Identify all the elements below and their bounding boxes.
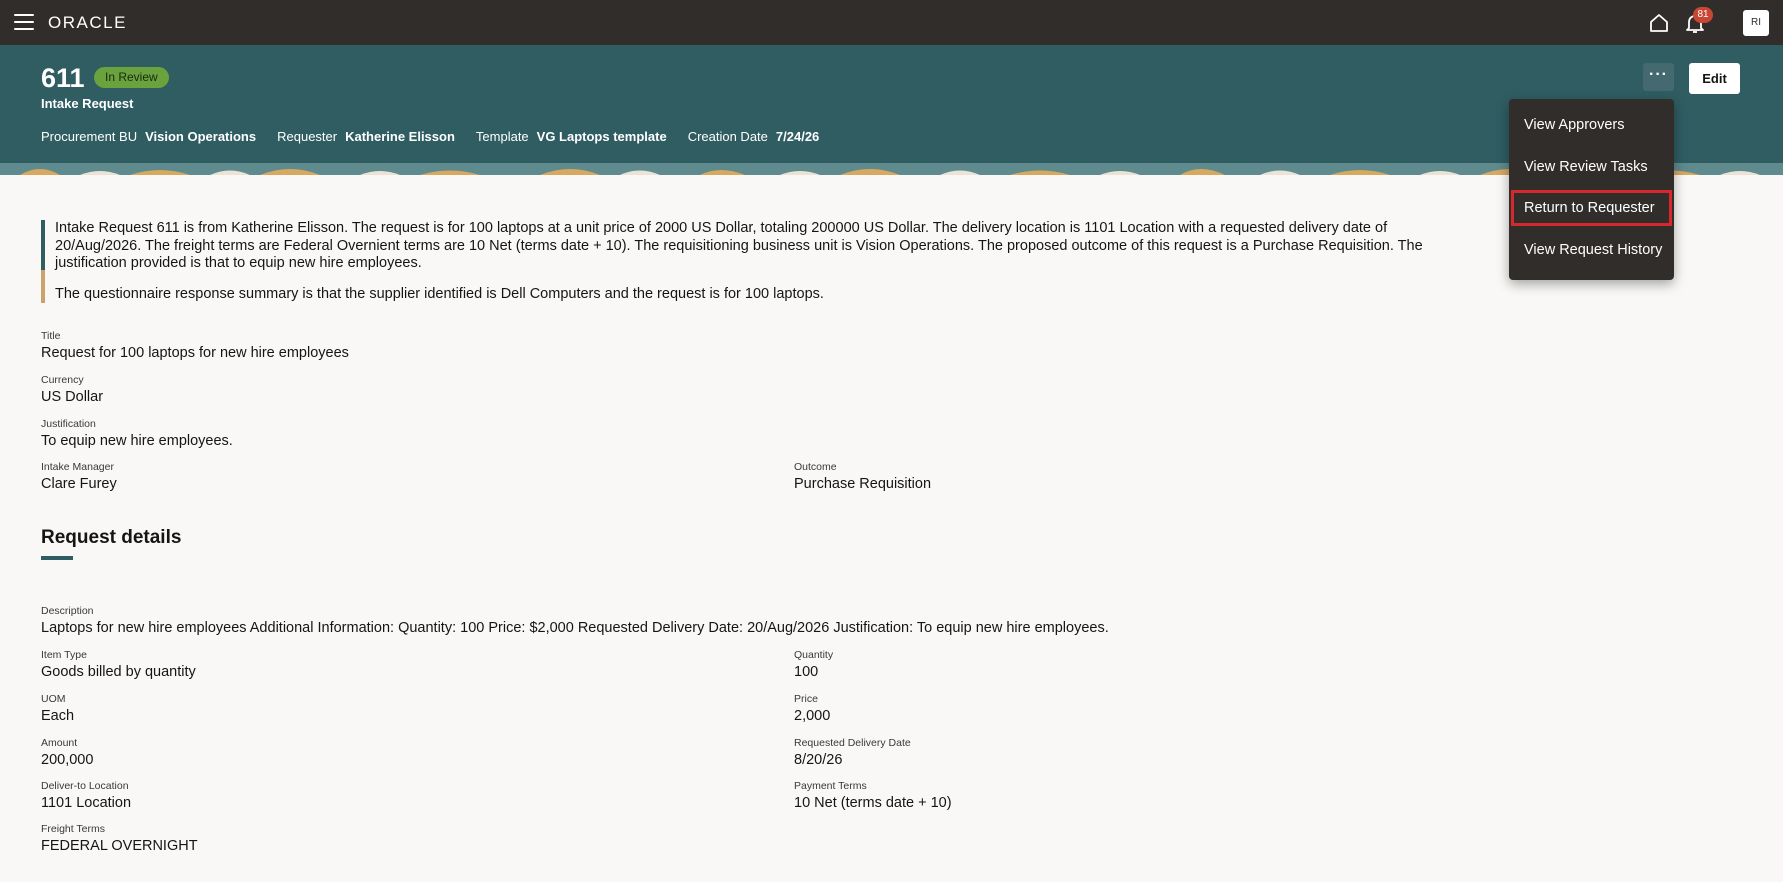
meta-value: 7/24/26 [775, 129, 820, 144]
field-item-type: Item Type Goods billed by quantity [41, 649, 196, 680]
menu-item-return-to-requester[interactable]: Return to Requester [1511, 190, 1672, 226]
header-meta-row: Procurement BU Vision Operations Requeste… [41, 129, 840, 144]
more-actions-menu: View Approvers View Review Tasks Return … [1509, 99, 1674, 280]
global-header: ORACLE 81 RI [0, 0, 1783, 45]
field-label: Deliver-to Location [41, 780, 129, 792]
field-description: Description Laptops for new hire employe… [41, 605, 1109, 636]
field-value: Request for 100 laptops for new hire emp… [41, 345, 349, 361]
field-currency: Currency US Dollar [41, 374, 103, 405]
ai-summary: Intake Request 611 is from Katherine Eli… [41, 220, 1471, 303]
meta-label: Procurement BU [41, 129, 138, 144]
field-label: UOM [41, 693, 66, 705]
field-label: Item Type [41, 649, 87, 661]
field-intake-manager: Intake Manager Clare Furey [41, 461, 117, 492]
field-price: Price 2,000 [794, 693, 830, 724]
notification-count-badge: 81 [1693, 7, 1713, 23]
field-label: Requested Delivery Date [794, 737, 911, 749]
field-label: Amount [41, 737, 78, 749]
menu-item-view-approvers[interactable]: View Approvers [1509, 107, 1674, 143]
meta-creation-date: Creation Date 7/24/26 [688, 129, 820, 144]
field-label: Intake Manager [41, 461, 114, 473]
summary-paragraph: The questionnaire response summary is th… [55, 285, 824, 302]
field-requested-delivery-date: Requested Delivery Date 8/20/26 [794, 737, 911, 768]
section-title-request-details: Request details [41, 527, 182, 548]
more-actions-button[interactable]: ··· [1643, 63, 1674, 91]
menu-item-view-request-history[interactable]: View Request History [1509, 232, 1674, 268]
field-label: Currency [41, 374, 84, 386]
field-value: Goods billed by quantity [41, 664, 196, 680]
meta-label: Creation Date [687, 129, 768, 144]
field-value: Each [41, 708, 75, 724]
field-label: Price [794, 693, 818, 705]
field-value: To equip new hire employees. [41, 433, 233, 449]
field-value: Purchase Requisition [794, 476, 932, 492]
field-value: 100 [794, 664, 819, 680]
field-amount: Amount 200,000 [41, 737, 93, 768]
field-value: 10 Net (terms date + 10) [794, 795, 952, 811]
field-value: FEDERAL OVERNIGHT [41, 838, 198, 854]
field-label: Justification [41, 418, 96, 430]
field-deliver-to-location: Deliver-to Location 1101 Location [41, 780, 131, 811]
field-label: Freight Terms [41, 823, 105, 835]
field-outcome: Outcome Purchase Requisition [794, 461, 931, 492]
field-label: Title [41, 330, 61, 342]
field-quantity: Quantity 100 [794, 649, 833, 680]
field-value: 2,000 [794, 708, 831, 724]
field-value: US Dollar [41, 389, 104, 405]
field-value: Laptops for new hire employees Additiona… [41, 620, 1109, 636]
meta-label: Requester [277, 129, 338, 144]
hamburger-menu-icon[interactable] [14, 14, 34, 30]
field-justification: Justification To equip new hire employee… [41, 418, 233, 449]
field-value: Clare Furey [41, 476, 117, 492]
meta-value: Vision Operations [145, 129, 257, 144]
field-label: Outcome [794, 461, 837, 473]
field-freight-terms: Freight Terms FEDERAL OVERNIGHT [41, 823, 198, 854]
request-number: 611 [41, 63, 85, 93]
field-value: 1101 Location [41, 795, 132, 811]
field-payment-terms: Payment Terms 10 Net (terms date + 10) [794, 780, 952, 811]
field-title: Title Request for 100 laptops for new hi… [41, 330, 349, 361]
section-underline [41, 556, 73, 560]
meta-value: Katherine Elisson [345, 129, 455, 144]
meta-template: Template VG Laptops template [476, 129, 667, 144]
meta-procurement-bu: Procurement BU Vision Operations [41, 129, 256, 144]
user-avatar[interactable]: RI [1743, 10, 1769, 36]
field-value: 8/20/26 [794, 752, 843, 768]
edit-button[interactable]: Edit [1689, 63, 1740, 94]
field-uom: UOM Each [41, 693, 74, 724]
meta-label: Template [475, 129, 529, 144]
home-icon[interactable] [1648, 12, 1670, 34]
field-label: Quantity [794, 649, 834, 661]
summary-paragraph: Intake Request 611 is from Katherine Eli… [55, 220, 1423, 271]
meta-requester: Requester Katherine Elisson [277, 129, 455, 144]
field-label: Payment Terms [794, 780, 867, 792]
field-label: Description [41, 605, 94, 617]
request-type: Intake Request [41, 96, 134, 111]
field-value: 200,000 [41, 752, 94, 768]
status-badge: In Review [94, 67, 169, 88]
oracle-logo[interactable]: ORACLE [48, 13, 127, 33]
menu-item-view-review-tasks[interactable]: View Review Tasks [1509, 149, 1674, 185]
meta-value: VG Laptops template [536, 129, 667, 144]
